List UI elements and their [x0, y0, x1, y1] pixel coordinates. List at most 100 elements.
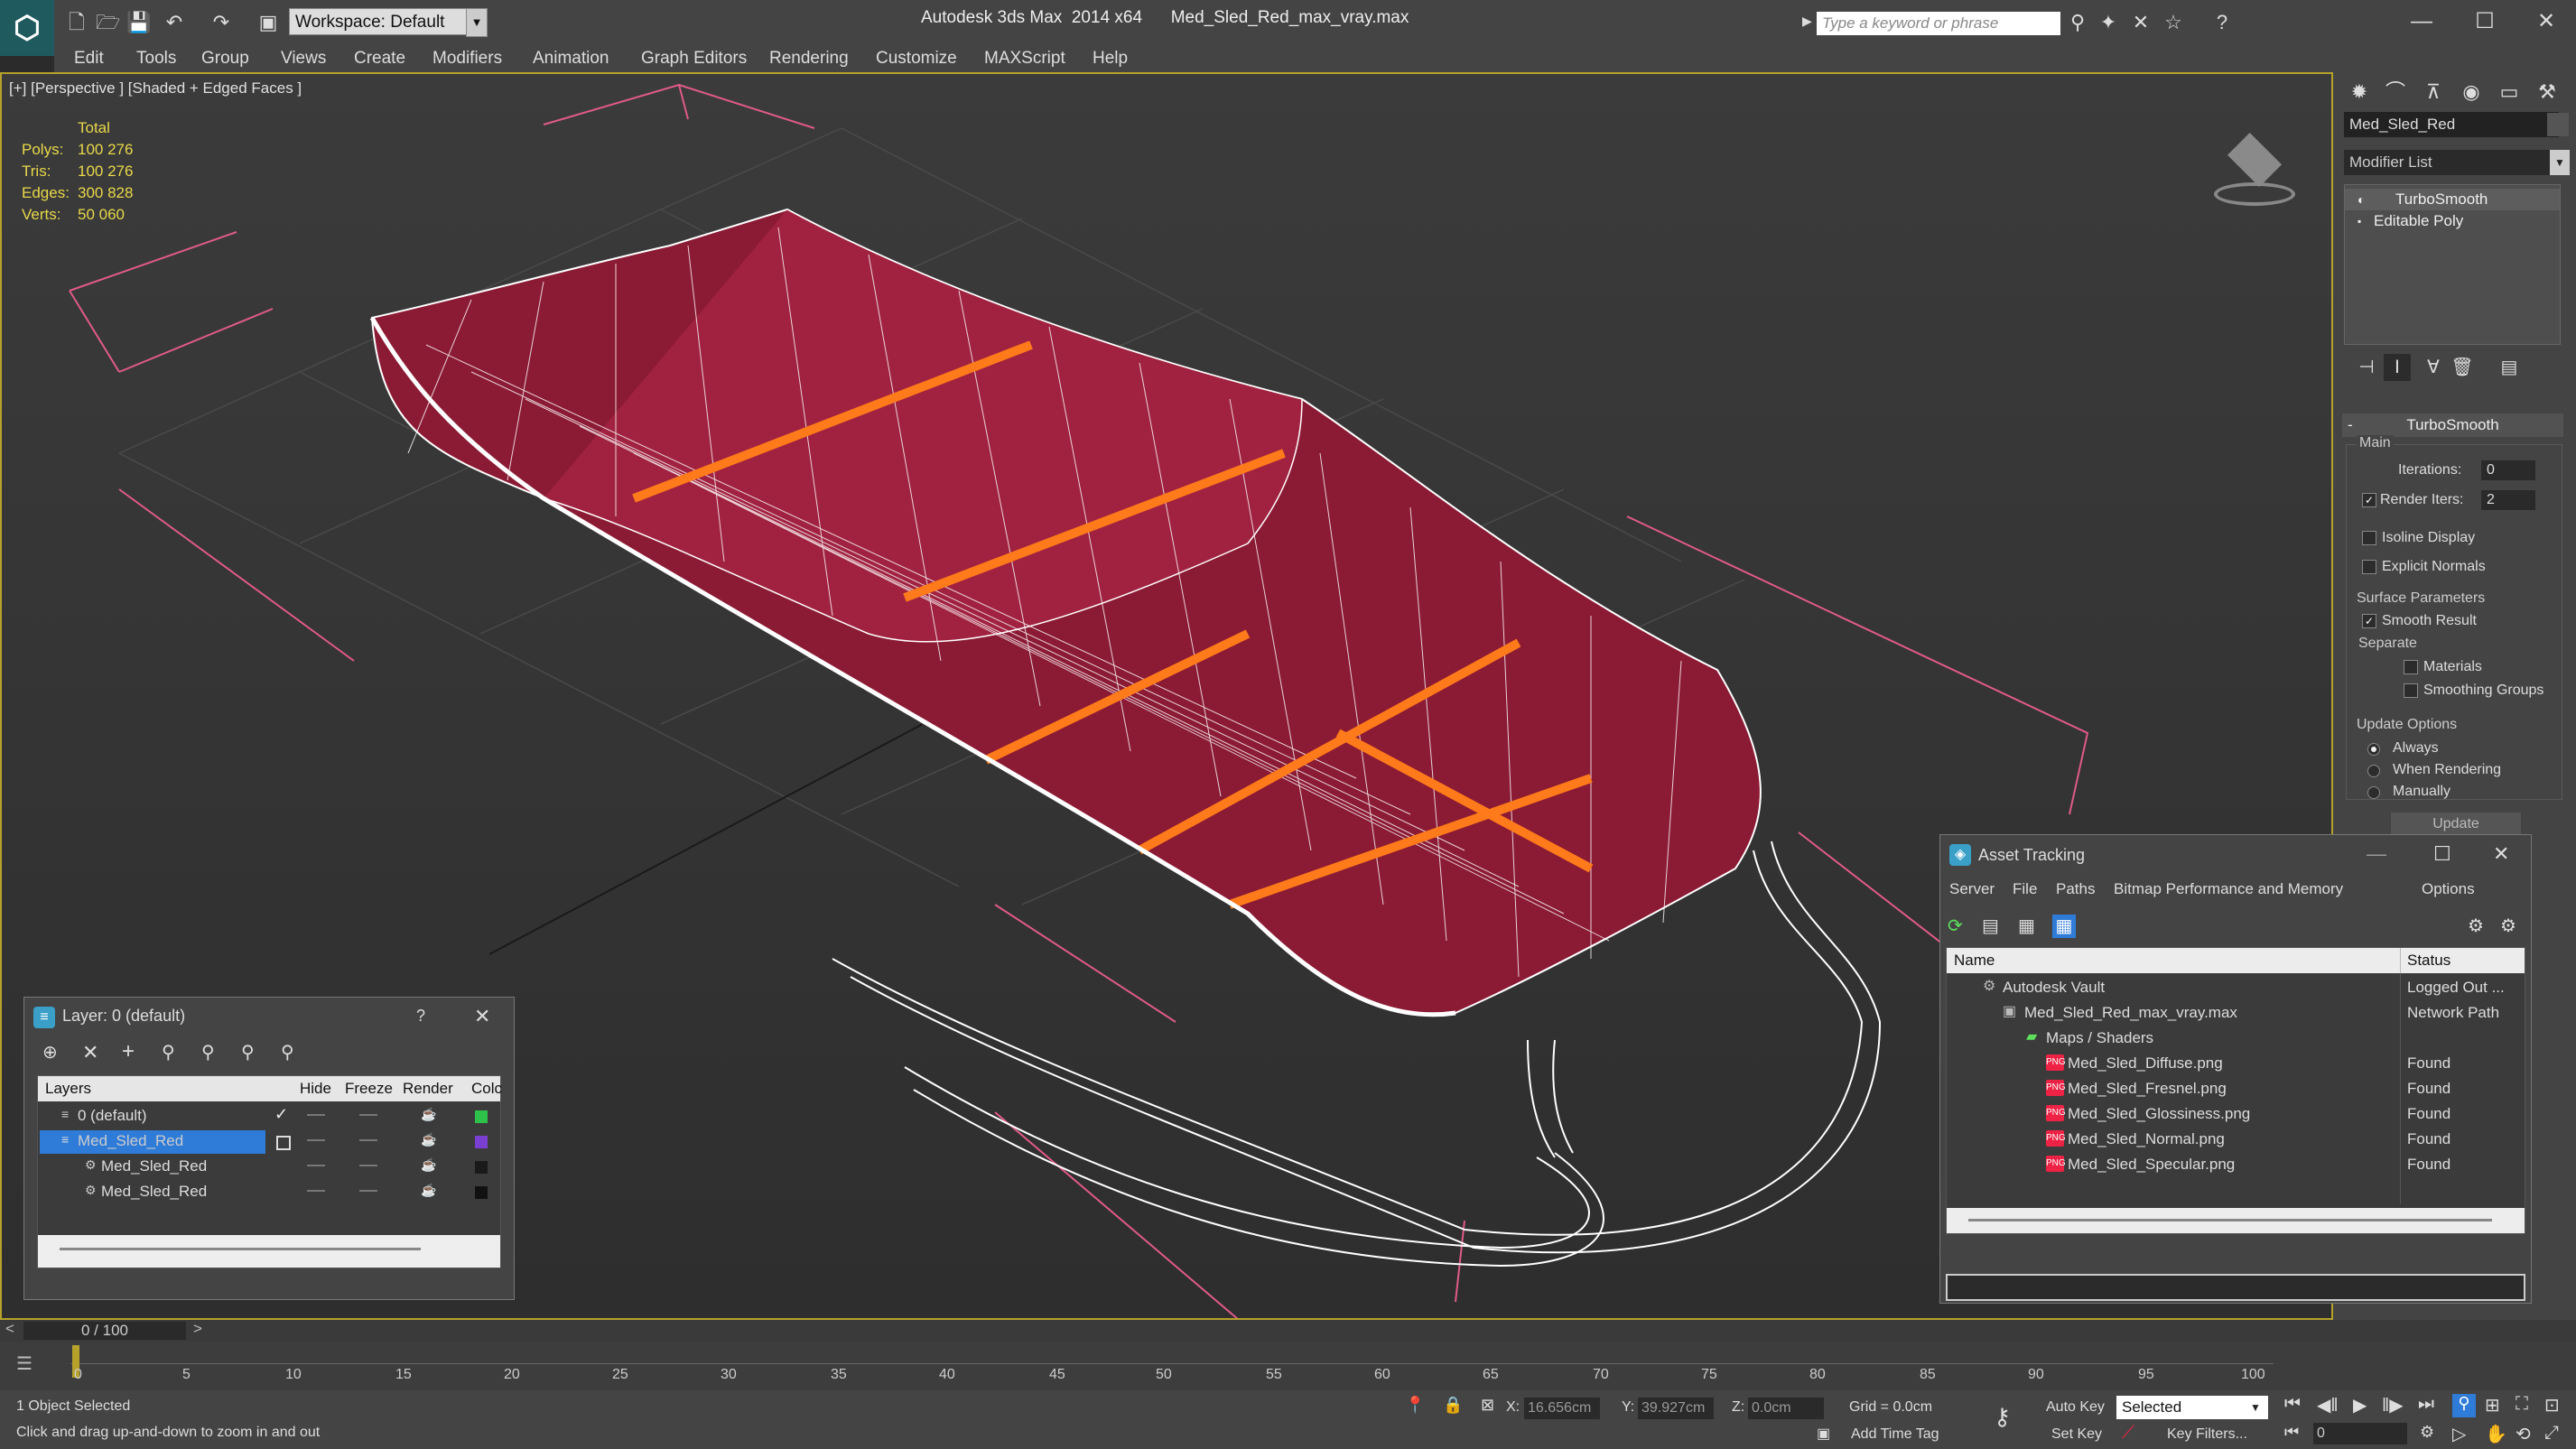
- settings-icon[interactable]: ⚙: [2500, 915, 2524, 938]
- add-to-layer-icon[interactable]: +: [122, 1039, 145, 1064]
- set-active-box-icon[interactable]: [276, 1136, 291, 1150]
- hide-toggle[interactable]: [307, 1139, 325, 1141]
- help-icon[interactable]: ?: [2210, 11, 2234, 34]
- freeze-toggle[interactable]: [359, 1190, 377, 1192]
- z-coordinate-field[interactable]: 0.0cm: [1748, 1398, 1824, 1419]
- menu-paths[interactable]: Paths: [2056, 880, 2095, 898]
- object-name-field[interactable]: Med_Sled_Red: [2344, 112, 2559, 137]
- set-key-icon[interactable]: ⟋: [2122, 1423, 2134, 1444]
- maximize-viewport-icon[interactable]: ⤢: [2544, 1423, 2559, 1444]
- render-teapot-icon[interactable]: ☕: [421, 1157, 436, 1173]
- save-file-icon[interactable]: 💾: [126, 11, 151, 34]
- maximize-icon[interactable]: ☐: [2458, 4, 2512, 40]
- viewport-label[interactable]: [+] [Perspective ] [Shaded + Edged Faces…: [9, 79, 302, 98]
- close-icon[interactable]: ✕: [2519, 4, 2573, 40]
- hide-toggle[interactable]: [307, 1165, 325, 1166]
- next-frame-arrow-icon[interactable]: >: [193, 1320, 202, 1338]
- iterations-spinner[interactable]: 0: [2481, 460, 2535, 480]
- column-divider[interactable]: [2400, 948, 2401, 973]
- redo-icon[interactable]: ↷: [209, 11, 233, 34]
- play-triangle-icon[interactable]: ▶: [1802, 14, 1813, 33]
- table-view-icon[interactable]: ▦: [2052, 915, 2076, 938]
- menu-graph-editors[interactable]: Graph Editors: [641, 45, 747, 72]
- field-of-view-icon[interactable]: ▷: [2452, 1423, 2466, 1445]
- menu-bitmap-performance[interactable]: Bitmap Performance and Memory: [2114, 880, 2343, 898]
- select-in-layer-icon[interactable]: ⚲: [162, 1041, 185, 1064]
- menu-server[interactable]: Server: [1949, 880, 1995, 898]
- smooth-result-checkbox[interactable]: ✓: [2362, 614, 2376, 628]
- new-file-icon[interactable]: 🗋: [65, 11, 88, 34]
- new-layer-icon[interactable]: ⊕: [42, 1041, 66, 1064]
- highlight-layer-icon[interactable]: ⚲: [201, 1041, 225, 1064]
- next-frame-icon[interactable]: ‖▶: [2382, 1394, 2404, 1416]
- track-bar[interactable]: ☰ 0 5 10 15 20 25 30 35 40 45 50 55 60 6…: [0, 1342, 2576, 1390]
- menu-options[interactable]: Options: [2422, 880, 2475, 898]
- layer-color-swatch[interactable]: [475, 1110, 488, 1123]
- workspace-dropdown[interactable]: Workspace: Default: [289, 8, 486, 35]
- create-tab-icon[interactable]: ✹: [2342, 78, 2376, 107]
- render-teapot-icon[interactable]: ☕: [421, 1132, 436, 1147]
- freeze-toggle[interactable]: [359, 1139, 377, 1141]
- render-iters-checkbox[interactable]: ✓: [2362, 493, 2376, 507]
- hide-toggle[interactable]: [307, 1190, 325, 1192]
- auto-key-button[interactable]: Auto Key: [2046, 1399, 2105, 1416]
- col-freeze[interactable]: Freeze: [345, 1080, 393, 1098]
- time-config-icon[interactable]: ⚙: [2420, 1423, 2434, 1442]
- motion-tab-icon[interactable]: ◉: [2454, 78, 2488, 107]
- zoom-all-icon[interactable]: ⊞: [2485, 1394, 2500, 1416]
- list-view-icon[interactable]: ▤: [1982, 915, 2005, 938]
- zoom-extents-icon[interactable]: ⛶: [2516, 1394, 2528, 1415]
- prev-frame-icon[interactable]: ◀‖: [2317, 1394, 2339, 1416]
- minimize-icon[interactable]: —: [2395, 4, 2449, 40]
- manually-radio[interactable]: [2367, 786, 2380, 799]
- col-color[interactable]: Colc: [471, 1080, 502, 1098]
- remove-modifier-icon[interactable]: 🗑: [2449, 354, 2476, 381]
- table-row[interactable]: PNG Med_Sled_Normal.png Found: [1947, 1127, 2525, 1152]
- layer-row-selected[interactable]: ≡ Med_Sled_Red ☕: [38, 1130, 500, 1154]
- undo-icon[interactable]: ↶: [163, 11, 186, 34]
- isoline-display-checkbox[interactable]: [2362, 531, 2376, 545]
- scrollbar-thumb[interactable]: [60, 1248, 421, 1250]
- menu-animation[interactable]: Animation: [533, 45, 609, 72]
- zoom-icon[interactable]: ⚲: [2452, 1394, 2476, 1417]
- menu-file[interactable]: File: [2013, 880, 2037, 898]
- active-layer-check-icon[interactable]: ✓: [274, 1105, 288, 1124]
- menu-tools[interactable]: Tools: [136, 45, 176, 72]
- materials-checkbox[interactable]: [2404, 660, 2418, 674]
- freeze-toggle[interactable]: [359, 1165, 377, 1166]
- layer-color-swatch[interactable]: [475, 1161, 488, 1174]
- communication-icon[interactable]: ✕: [2129, 11, 2153, 34]
- hide-all-layers-icon[interactable]: ⚲: [241, 1041, 265, 1064]
- menu-help[interactable]: Help: [1093, 45, 1128, 72]
- track-ruler[interactable]: [70, 1343, 2274, 1364]
- modify-tab-icon[interactable]: ⌒: [2378, 78, 2413, 107]
- open-file-icon[interactable]: 🗁: [96, 11, 120, 34]
- table-row[interactable]: ▰ Maps / Shaders: [1947, 1026, 2525, 1051]
- table-row[interactable]: ⚙ Autodesk Vault Logged Out ...: [1947, 975, 2525, 1000]
- chevron-down-icon[interactable]: ▼: [2250, 1396, 2268, 1419]
- layer-row[interactable]: ≡ 0 (default) ✓ ☕: [38, 1105, 500, 1129]
- freeze-toggle[interactable]: [359, 1114, 377, 1116]
- smoothing-groups-checkbox[interactable]: [2404, 683, 2418, 698]
- chevron-down-icon[interactable]: ▼: [2550, 150, 2570, 175]
- isolate-pin-icon[interactable]: 📍: [1405, 1396, 1425, 1415]
- table-row[interactable]: PNG Med_Sled_Glossiness.png Found: [1947, 1101, 2525, 1127]
- col-status[interactable]: Status: [2407, 952, 2450, 970]
- menu-customize[interactable]: Customize: [876, 45, 957, 72]
- object-color-swatch[interactable]: [2547, 113, 2569, 136]
- col-render[interactable]: Render: [403, 1080, 453, 1098]
- thumbnail-view-icon[interactable]: ▦: [2018, 915, 2041, 938]
- favorites-star-icon[interactable]: ☆: [2162, 11, 2185, 34]
- key-mode-icon[interactable]: ⏮: [2284, 1423, 2299, 1442]
- app-logo-icon[interactable]: ⬡: [0, 0, 54, 56]
- horizontal-scrollbar[interactable]: [38, 1235, 500, 1268]
- explicit-normals-checkbox[interactable]: [2362, 560, 2376, 574]
- close-icon[interactable]: ✕: [2493, 842, 2509, 866]
- horizontal-scrollbar[interactable]: [1947, 1208, 2525, 1233]
- help-button[interactable]: ?: [416, 1007, 425, 1026]
- menu-modifiers[interactable]: Modifiers: [432, 45, 502, 72]
- scrollbar-thumb[interactable]: [1968, 1219, 2492, 1221]
- set-key-button[interactable]: Set Key: [2051, 1426, 2102, 1443]
- vault-icon[interactable]: ⚙: [2468, 915, 2491, 938]
- stack-item-turbosmooth[interactable]: ◐ TurboSmooth: [2345, 189, 2560, 210]
